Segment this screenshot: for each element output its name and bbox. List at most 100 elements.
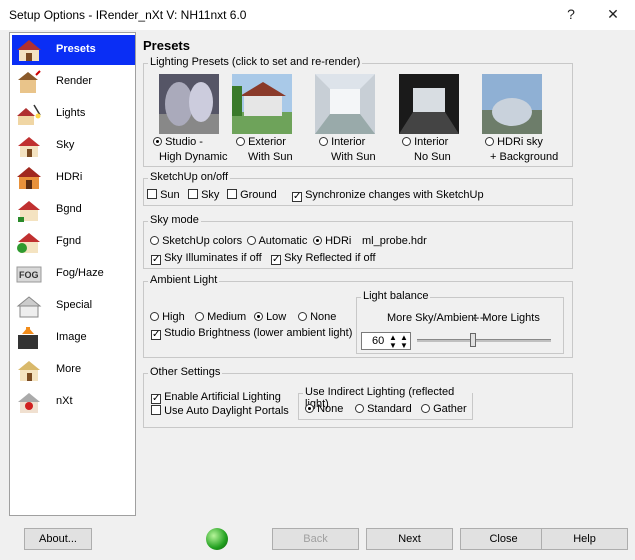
sky-illuminates-checkbox[interactable]: ✓ Sky Illuminates if off <box>151 252 262 265</box>
preset-exterior-option[interactable]: Exterior <box>236 136 286 148</box>
ambient-none-radio[interactable]: None <box>298 311 336 323</box>
preset-interior-sun-thumbnail[interactable] <box>315 74 375 134</box>
sidebar-item-label: Presets <box>56 43 96 55</box>
sidebar-item-label: More <box>56 363 82 375</box>
preset-line1: HDRi sky <box>497 136 543 148</box>
group-label: Lighting Presets (click to set and re-re… <box>148 56 363 68</box>
radio[interactable] <box>236 137 245 146</box>
checkbox-label: Sky <box>201 189 220 201</box>
title-bar: Setup Options - IRender_nXt V: NH11nxt 6… <box>0 0 635 30</box>
sidebar-item-label: Image <box>56 331 87 343</box>
radio-selected[interactable] <box>254 312 263 321</box>
preset-hdri-sky-thumbnail[interactable] <box>482 74 542 134</box>
radio[interactable] <box>421 404 430 413</box>
radio-label: Gather <box>433 403 467 415</box>
studio-brightness-checkbox[interactable]: ✓ Studio Brightness (lower ambient light… <box>151 327 352 340</box>
svg-text:FOG: FOG <box>19 270 39 280</box>
preset-line2: + Background <box>490 151 559 163</box>
checkbox-label: Ground <box>240 189 277 201</box>
back-button[interactable]: Back <box>272 528 359 550</box>
checkbox[interactable]: ✓ <box>151 394 161 404</box>
sync-checkbox[interactable]: ✓ Synchronize changes with SketchUp <box>292 189 484 202</box>
preset-interior-sun-option[interactable]: Interior <box>319 136 365 148</box>
radio[interactable] <box>402 137 411 146</box>
preset-line2: With Sun <box>331 151 376 163</box>
ambient-medium-radio[interactable]: Medium <box>195 311 246 323</box>
sky-checkbox[interactable]: Sky <box>188 189 219 201</box>
sketchup-colors-radio[interactable]: SketchUp colors <box>150 235 242 247</box>
ambient-low-radio[interactable]: Low <box>254 311 286 323</box>
radio-label: Standard <box>367 403 412 415</box>
radio[interactable] <box>298 312 307 321</box>
automatic-radio[interactable]: Automatic <box>247 235 307 247</box>
ground-checkbox[interactable]: Ground <box>227 189 277 201</box>
indirect-standard-radio[interactable]: Standard <box>355 403 412 415</box>
ambient-high-radio[interactable]: High <box>150 311 185 323</box>
radio[interactable] <box>150 312 159 321</box>
checkbox-label: Use Auto Daylight Portals <box>164 405 289 417</box>
checkbox[interactable] <box>188 189 198 199</box>
checkbox[interactable]: ✓ <box>271 255 281 265</box>
radio-selected[interactable] <box>153 137 162 146</box>
radio-selected[interactable] <box>313 236 322 245</box>
light-balance-stepper[interactable]: 60 ▲ ▲ ▼ ▼ <box>361 332 411 350</box>
hdri-radio[interactable]: HDRi <box>313 235 351 247</box>
artificial-lighting-checkbox[interactable]: ✓ Enable Artificial Lighting <box>151 391 281 404</box>
sidebar-item-fgnd[interactable]: Fgnd <box>12 227 135 257</box>
close-window-button[interactable]: ✕ <box>602 5 624 23</box>
sidebar-item-presets[interactable]: Presets <box>12 35 135 65</box>
checkbox[interactable] <box>151 405 161 415</box>
about-button[interactable]: About... <box>24 528 92 550</box>
checkbox[interactable] <box>227 189 237 199</box>
next-button[interactable]: Next <box>366 528 453 550</box>
preset-hdri-option[interactable]: HDRi sky <box>485 136 543 148</box>
sidebar-item-hdri[interactable]: HDRi <box>12 163 135 193</box>
preset-studio-thumbnail[interactable] <box>159 74 219 134</box>
sidebar-item-nxt[interactable]: nXt <box>12 387 135 417</box>
sidebar-item-render[interactable]: Render <box>12 67 135 97</box>
sidebar-item-label: Fgnd <box>56 235 82 247</box>
radio[interactable] <box>319 137 328 146</box>
save-image-icon <box>18 327 38 349</box>
light-balance-slider[interactable] <box>417 339 551 342</box>
preset-interior-nosun-option[interactable]: Interior <box>402 136 448 148</box>
sun-checkbox[interactable]: Sun <box>147 189 180 201</box>
sidebar-item-label: Render <box>56 75 93 87</box>
help-title-button[interactable]: ? <box>560 5 582 23</box>
sidebar-item-more[interactable]: More <box>12 355 135 385</box>
sidebar-item-label: Lights <box>56 107 86 119</box>
radio-label: HDRi <box>325 235 352 247</box>
stepper-down-icon[interactable]: ▼ <box>400 341 408 350</box>
preset-exterior-thumbnail[interactable] <box>232 74 292 134</box>
sidebar-item-label: nXt <box>56 395 73 407</box>
radio[interactable] <box>195 312 204 321</box>
checkbox[interactable] <box>147 189 157 199</box>
sidebar-item-image[interactable]: Image <box>12 323 135 353</box>
radio[interactable] <box>485 137 494 146</box>
indirect-none-radio[interactable]: None <box>305 403 343 415</box>
slider-thumb[interactable] <box>470 333 476 347</box>
daylight-portals-checkbox[interactable]: Use Auto Daylight Portals <box>151 405 289 417</box>
radio-label: None <box>317 403 344 415</box>
help-button[interactable]: Help <box>541 528 628 550</box>
sidebar-item-lights[interactable]: Lights <box>12 99 135 129</box>
checkbox[interactable]: ✓ <box>292 192 302 202</box>
sidebar-item-special[interactable]: Special <box>12 291 135 321</box>
preset-interior-nosun-thumbnail[interactable] <box>399 74 459 134</box>
sky-reflected-checkbox[interactable]: ✓ Sky Reflected if off <box>271 252 376 265</box>
sidebar-item-sky[interactable]: Sky <box>12 131 135 161</box>
sidebar-item-bgnd[interactable]: Bgnd <box>12 195 135 225</box>
radio[interactable] <box>150 236 159 245</box>
sidebar-item-fog-haze[interactable]: FOG Fog/Haze <box>12 259 135 289</box>
checkbox[interactable]: ✓ <box>151 330 161 340</box>
light-balance-right-text: -- More Lights <box>472 312 540 324</box>
preset-studio-option[interactable]: Studio - <box>153 136 203 148</box>
close-button[interactable]: Close <box>460 528 547 550</box>
indirect-gather-radio[interactable]: Gather <box>421 403 467 415</box>
radio-selected[interactable] <box>305 404 314 413</box>
stepper-down-icon[interactable]: ▼ <box>389 341 397 350</box>
radio[interactable] <box>355 404 364 413</box>
checkbox[interactable]: ✓ <box>151 255 161 265</box>
sidebar-item-label: Bgnd <box>56 203 82 215</box>
radio[interactable] <box>247 236 256 245</box>
